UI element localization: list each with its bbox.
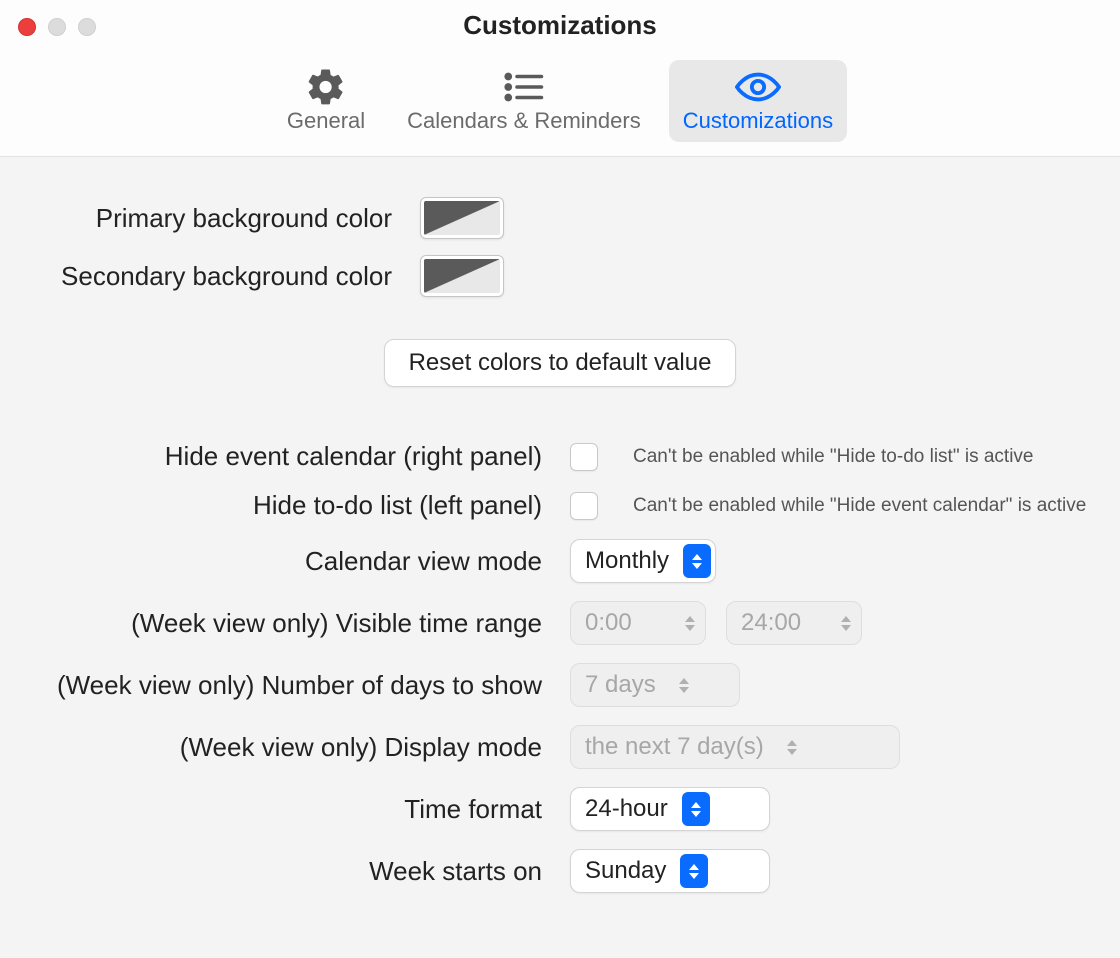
row-hide-todo: Hide to-do list (left panel) Can't be en… [0,490,1120,521]
row-primary-color: Primary background color [0,197,1120,239]
secondary-color-label: Secondary background color [0,261,420,292]
primary-color-label: Primary background color [0,203,420,234]
week-start-select[interactable]: Sunday [570,849,770,893]
row-secondary-color: Secondary background color [0,255,1120,297]
time-range-end[interactable]: 24:00 [726,601,862,645]
reset-colors-button[interactable]: Reset colors to default value [384,339,737,387]
tab-calendars-label: Calendars & Reminders [407,108,641,134]
close-button[interactable] [18,18,36,36]
primary-color-well[interactable] [420,197,504,239]
view-mode-select[interactable]: Monthly [570,539,716,583]
row-days: (Week view only) Number of days to show … [0,663,1120,707]
hide-event-hint: Can't be enabled while "Hide to-do list"… [633,446,1034,468]
gear-icon [303,68,349,106]
row-week-start: Week starts on Sunday [0,849,1120,893]
days-label: (Week view only) Number of days to show [0,670,570,701]
days-select[interactable]: 7 days [570,663,740,707]
row-view-mode: Calendar view mode Monthly [0,539,1120,583]
row-time-format: Time format 24-hour [0,787,1120,831]
updown-icon [683,544,711,578]
window-title: Customizations [0,10,1120,41]
display-mode-value: the next 7 day(s) [585,733,778,761]
view-mode-label: Calendar view mode [0,546,570,577]
tab-customizations-label: Customizations [683,108,833,134]
hide-todo-label: Hide to-do list (left panel) [0,490,570,521]
tab-general-label: General [287,108,365,134]
tab-calendars[interactable]: Calendars & Reminders [393,60,655,142]
list-icon [501,68,547,106]
tab-general[interactable]: General [273,60,379,142]
time-range-start[interactable]: 0:00 [570,601,706,645]
time-format-label: Time format [0,794,570,825]
stepper-icon [685,616,695,631]
time-range-end-value: 24:00 [741,609,831,637]
display-mode-select[interactable]: the next 7 day(s) [570,725,900,769]
zoom-button[interactable] [78,18,96,36]
hide-event-label: Hide event calendar (right panel) [0,441,570,472]
updown-icon [778,730,806,764]
view-mode-value: Monthly [585,547,683,575]
week-start-value: Sunday [585,857,680,885]
display-mode-label: (Week view only) Display mode [0,732,570,763]
stepper-icon [841,616,851,631]
days-value: 7 days [585,671,670,699]
row-time-range: (Week view only) Visible time range 0:00… [0,601,1120,645]
traffic-lights [18,18,96,36]
tab-customizations[interactable]: Customizations [669,60,847,142]
row-hide-event: Hide event calendar (right panel) Can't … [0,441,1120,472]
time-range-label: (Week view only) Visible time range [0,608,570,639]
hide-event-checkbox[interactable] [570,443,598,471]
hide-todo-checkbox[interactable] [570,492,598,520]
content: Primary background color Secondary backg… [0,157,1120,893]
titlebar: Customizations [0,0,1120,50]
updown-icon [680,854,708,888]
secondary-color-well[interactable] [420,255,504,297]
updown-icon [670,668,698,702]
time-range-start-value: 0:00 [585,609,675,637]
preferences-toolbar: General Calendars & Reminders Customizat… [0,50,1120,157]
time-format-value: 24-hour [585,795,682,823]
updown-icon [682,792,710,826]
row-display-mode: (Week view only) Display mode the next 7… [0,725,1120,769]
week-start-label: Week starts on [0,856,570,887]
time-format-select[interactable]: 24-hour [570,787,770,831]
minimize-button[interactable] [48,18,66,36]
eye-icon [735,68,781,106]
hide-todo-hint: Can't be enabled while "Hide event calen… [633,495,1086,517]
